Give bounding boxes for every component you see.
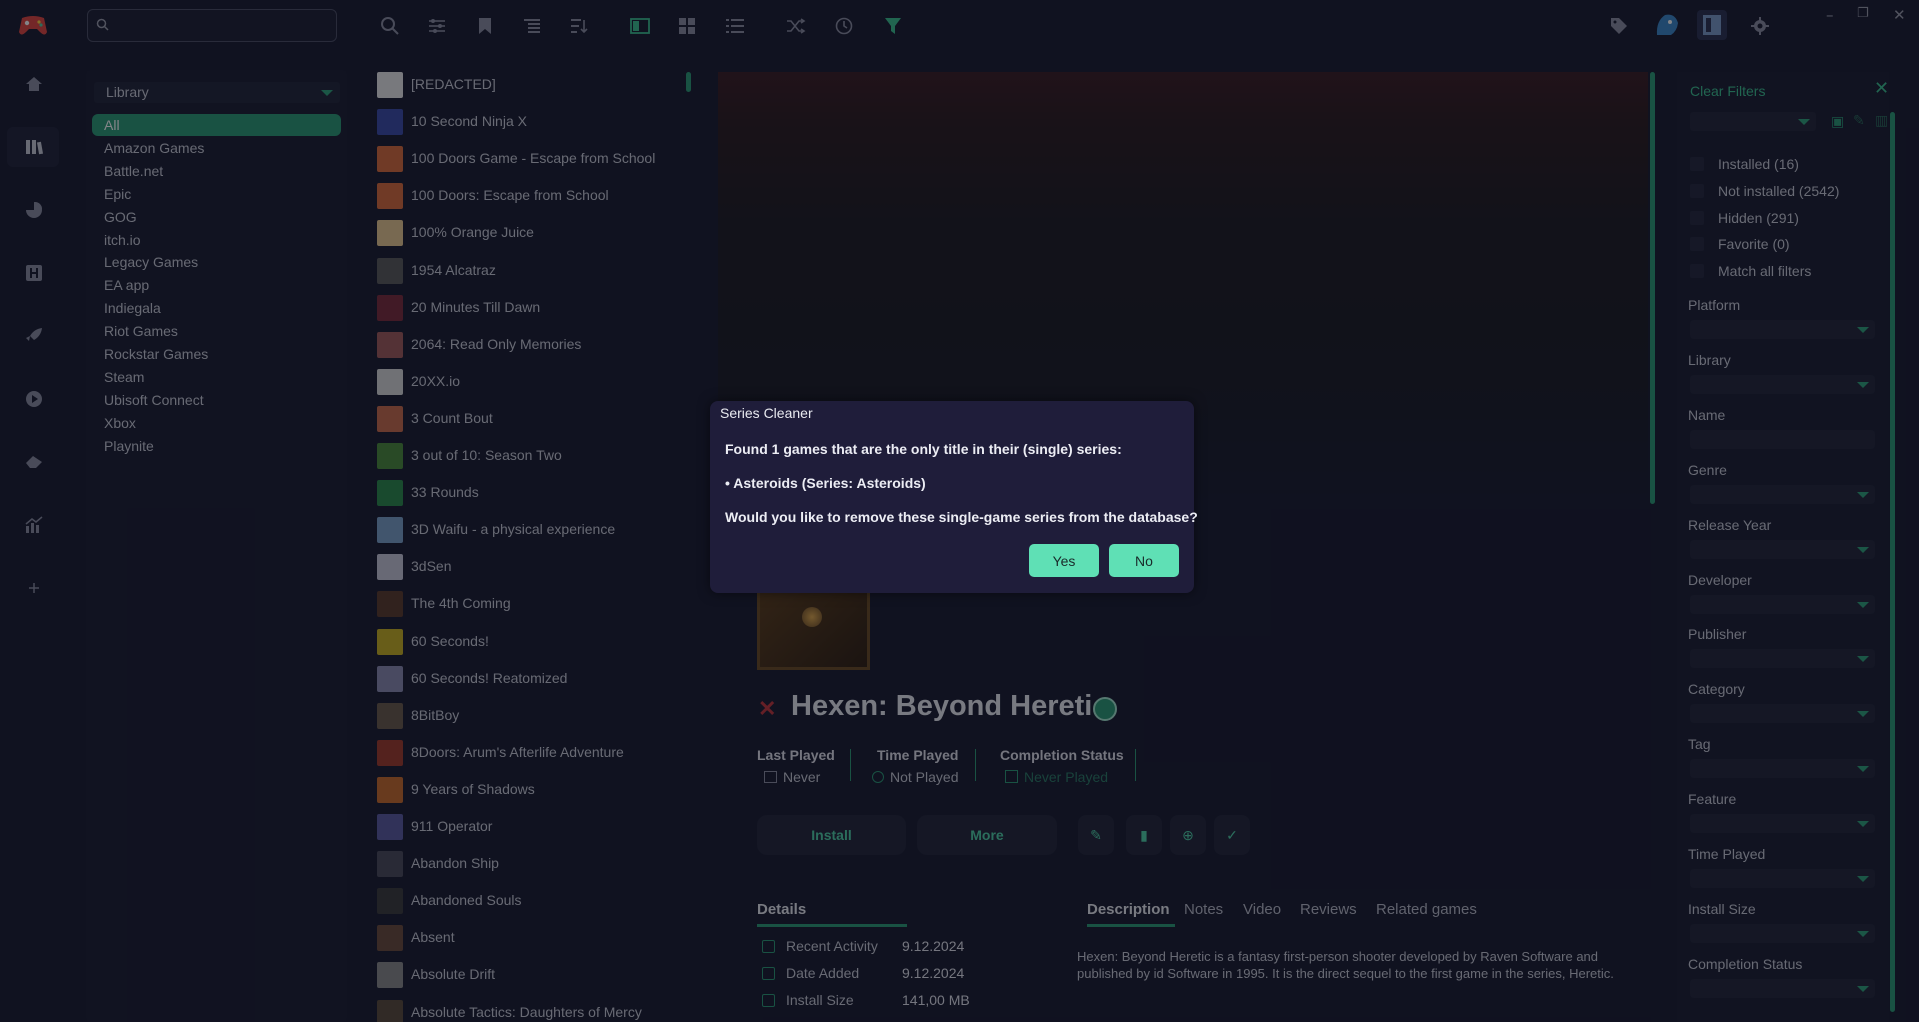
dialog-message: Found 1 games that are the only title in… [725,441,1122,457]
yes-button[interactable]: Yes [1029,544,1099,577]
dialog-title: Series Cleaner [720,405,813,421]
dialog-question: Would you like to remove these single-ga… [725,509,1198,525]
series-cleaner-dialog: Series Cleaner Found 1 games that are th… [710,401,1198,593]
dialog-series-item: • Asteroids (Series: Asteroids) [725,475,926,491]
no-button[interactable]: No [1109,544,1179,577]
